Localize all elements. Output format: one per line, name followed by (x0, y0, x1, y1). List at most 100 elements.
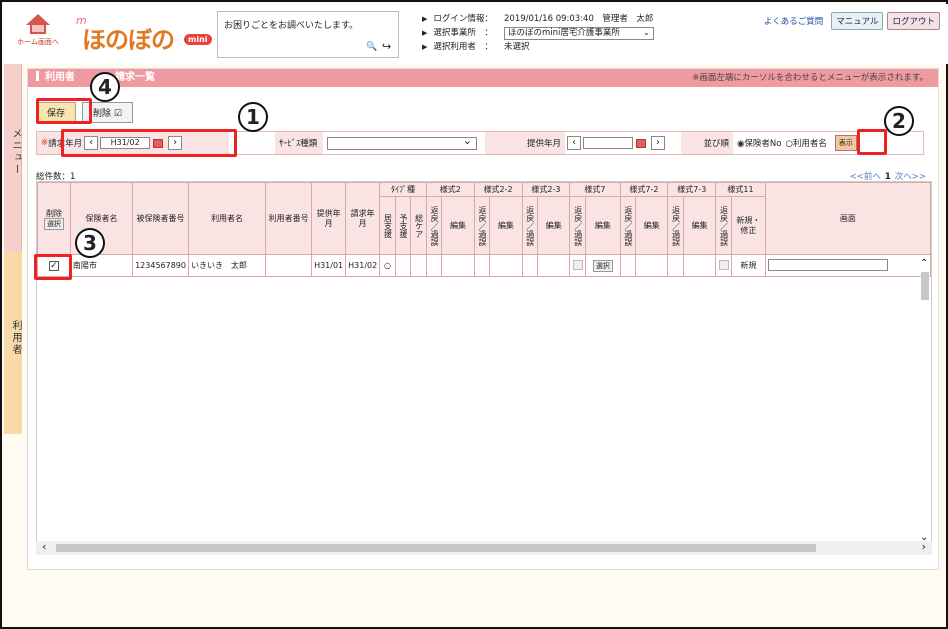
col-edit: 編集 (489, 196, 523, 255)
f7-select-button[interactable]: 選択 (592, 259, 613, 272)
scroll-left-icon[interactable]: ‹ (42, 540, 46, 553)
calendar-icon[interactable] (636, 138, 646, 148)
sort-radio-name[interactable]: ○利用者名 (785, 137, 826, 149)
office-select[interactable]: ほのぼのmini居宅介護事業所 ⌄ (504, 26, 654, 40)
side-user-tab[interactable]: 利用者 (4, 252, 22, 434)
col-f22: 様式2-2 (473, 182, 523, 197)
search-input[interactable]: お困りごとをお調べいたします。 (224, 18, 358, 31)
logo-mini: mini (184, 34, 212, 45)
col-f2: 様式2 (425, 182, 475, 197)
callout-box-save (36, 98, 92, 124)
login-label: ログイン情報： (422, 12, 504, 26)
cell-f73-henrei (667, 254, 684, 277)
henrei-label: 返戻／過誤 (573, 205, 583, 246)
cell-f11-newfix: 新規 (731, 254, 766, 277)
col-edit: 編集 (441, 196, 475, 255)
cell-sou (410, 254, 427, 277)
vertical-scrollbar[interactable]: ⌃ ⌄ (919, 252, 931, 552)
logo: m ほのぼの mini (76, 14, 216, 54)
billing-table-wrap: 削除 選択 保険者名 被保険者番号 利用者名 利用者番号 提供年月 請求年月 ﾀｲ… (36, 181, 932, 554)
col-f72: 様式7-2 (619, 182, 669, 197)
cell-f72-edit (635, 254, 669, 277)
cell-f72-henrei (619, 254, 637, 277)
callout-box-show (857, 129, 887, 155)
cell-f73-edit (682, 254, 717, 277)
sort-opt2-label: 利用者名 (792, 139, 827, 149)
service-type-select[interactable] (327, 134, 477, 150)
henrei-label: 返戻／過誤 (430, 205, 440, 246)
scroll-right-icon[interactable]: › (922, 540, 926, 553)
select-all-button[interactable]: 選択 (43, 217, 64, 230)
sort-label-cell: 並び順 (681, 132, 733, 154)
cell-f2-edit (441, 254, 475, 277)
horizontal-scrollbar[interactable]: ‹ › (36, 540, 932, 555)
col-edit: 編集 (537, 196, 571, 255)
cell-f7-edit: 選択 (585, 254, 621, 277)
cell-provide: H31/01 (311, 254, 347, 277)
col-henrei: 返戻／過誤 (521, 196, 539, 255)
home-button[interactable]: ホーム画面へ (16, 14, 60, 54)
sort-label: 並び順 (703, 139, 729, 149)
scroll-up-icon[interactable]: ⌃ (920, 258, 928, 269)
provide-label-cell: 提供年月 (485, 132, 565, 154)
cell-f23-edit (537, 254, 571, 277)
col-insured-no: 被保険者番号 (132, 182, 189, 255)
title-bar: 利用者 請求一覧 ※画面左端にカーソルを合わせるとメニューが表示されます。 (28, 69, 938, 87)
faq-link[interactable]: よくあるご質問 (764, 15, 824, 27)
col-sou-label: 総ケア (414, 213, 424, 238)
col-henrei: 返戻／過誤 (715, 196, 733, 255)
cell-f2-henrei (425, 254, 443, 277)
vertical-scroll-thumb[interactable] (921, 272, 929, 300)
cell-f22-henrei (473, 254, 491, 277)
side-menu-tab[interactable]: メニュー (4, 64, 22, 252)
show-button[interactable]: 表示 (834, 135, 857, 151)
f11-henrei-checkbox (718, 259, 729, 270)
col-henrei: 返戻／過誤 (569, 196, 587, 255)
user-label: 選択利用者 ： (422, 40, 504, 54)
col-delete: 削除 選択 (37, 182, 71, 255)
col-edit: 編集 (635, 196, 669, 255)
delete-label: 削除 (93, 109, 112, 119)
provide-label: 提供年月 (526, 139, 561, 149)
col-henrei: 返戻／過誤 (473, 196, 491, 255)
home-icon-body (30, 25, 46, 34)
cell-insured-no: 1234567890 (132, 254, 189, 277)
col-edit: 編集 (682, 196, 717, 255)
callout-1: 1 (238, 102, 268, 132)
col-newfix: 新規・修正 (731, 196, 766, 255)
horizontal-scroll-thumb[interactable] (56, 544, 816, 552)
redo-arrow-icon[interactable]: ↪ (382, 40, 391, 53)
col-yo: 予支援 (394, 196, 412, 255)
billing-table: 削除 選択 保険者名 被保険者番号 利用者名 利用者番号 提供年月 請求年月 ﾀｲ… (37, 182, 931, 277)
search-icon[interactable]: 🔍 (366, 42, 377, 52)
henrei-label: 返戻／過誤 (671, 205, 681, 246)
callout-4: 4 (90, 72, 120, 102)
cell-kyo: ○ (379, 254, 396, 277)
screen-input[interactable] (767, 258, 888, 271)
cell-user-name: いきいき 太郎 (187, 254, 267, 277)
cell-yo (394, 254, 412, 277)
col-henrei: 返戻／過誤 (425, 196, 443, 255)
f7-henrei-checkbox (572, 259, 583, 270)
henrei-label: 返戻／過誤 (477, 205, 487, 246)
chevron-down-icon: ⌄ (642, 27, 650, 38)
logout-button[interactable]: ログアウト (887, 12, 940, 30)
search-box[interactable]: お困りごとをお調べいたします。 🔍 ↪ (217, 11, 399, 58)
office-label: 選択事業所 ： (422, 26, 504, 40)
callout-3: 3 (75, 228, 105, 258)
col-henrei: 返戻／過誤 (667, 196, 684, 255)
manual-button[interactable]: マニュアル (831, 12, 884, 30)
provide-prev-button[interactable]: ‹ (567, 136, 581, 150)
provide-month-input[interactable] (583, 137, 633, 149)
provide-next-button[interactable]: › (651, 136, 665, 150)
service-label-cell: ｻｰﾋﾞｽ種類 (275, 132, 323, 154)
col-f73: 様式7-3 (667, 182, 717, 197)
col-yo-label: 予支援 (399, 213, 409, 238)
col-f7: 様式7 (569, 182, 621, 197)
service-label: ｻｰﾋﾞｽ種類 (279, 139, 318, 149)
col-user-name: 利用者名 (187, 182, 267, 255)
sort-radio-insurer[interactable]: ◉保険者No (737, 137, 781, 149)
henrei-label: 返戻／過誤 (623, 205, 633, 246)
login-info: ログイン情報：2019/01/16 09:03:40 管理者 太郎 選択事業所 … (422, 12, 654, 54)
login-value: 2019/01/16 09:03:40 管理者 太郎 (504, 14, 654, 24)
